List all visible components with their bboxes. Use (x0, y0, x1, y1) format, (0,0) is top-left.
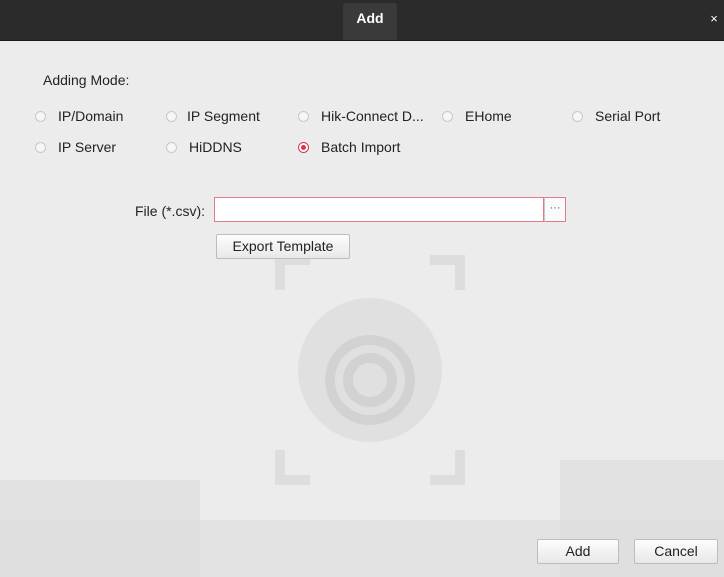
radio-serial-port[interactable]: Serial Port (572, 108, 660, 124)
radio-hiddns[interactable]: HiDDNS (166, 139, 242, 155)
radio-indicator (572, 110, 583, 122)
file-path-input[interactable] (214, 197, 544, 222)
radio-label: IP/Domain (58, 108, 124, 124)
radio-indicator (442, 110, 453, 122)
radio-label: IP Server (58, 139, 117, 155)
radio-indicator (35, 141, 46, 153)
radio-indicator (166, 110, 177, 122)
radio-ip-server[interactable]: IP Server (35, 139, 116, 155)
close-icon[interactable]: × (706, 9, 722, 29)
adding-mode-label: Adding Mode: (43, 72, 130, 88)
radio-hik-connect[interactable]: Hik-Connect D... (298, 108, 424, 124)
cancel-button[interactable]: Cancel (634, 539, 718, 564)
radio-indicator (298, 110, 309, 122)
radio-indicator (166, 141, 177, 153)
radio-ip-domain[interactable]: IP/Domain (35, 108, 123, 124)
radio-ehome[interactable]: EHome (442, 108, 512, 124)
radio-label: HiDDNS (189, 139, 242, 155)
add-device-dialog: Add × Adding Mode: IP/Domain IP Segment … (0, 0, 724, 577)
radio-label: Serial Port (595, 108, 661, 124)
radio-label: Batch Import (321, 139, 401, 155)
browse-button[interactable]: ··· (544, 197, 566, 222)
radio-indicator (35, 110, 46, 122)
dialog-title: Add (356, 10, 384, 26)
radio-label: IP Segment (187, 108, 260, 124)
add-button[interactable]: Add (537, 539, 619, 564)
radio-batch-import[interactable]: Batch Import (298, 139, 400, 155)
radio-ip-segment[interactable]: IP Segment (166, 108, 260, 124)
radio-indicator-selected (298, 141, 309, 153)
file-label: File (*.csv): (135, 203, 205, 219)
radio-label: Hik-Connect D... (321, 108, 424, 124)
export-template-button[interactable]: Export Template (216, 234, 350, 259)
radio-label: EHome (465, 108, 512, 124)
